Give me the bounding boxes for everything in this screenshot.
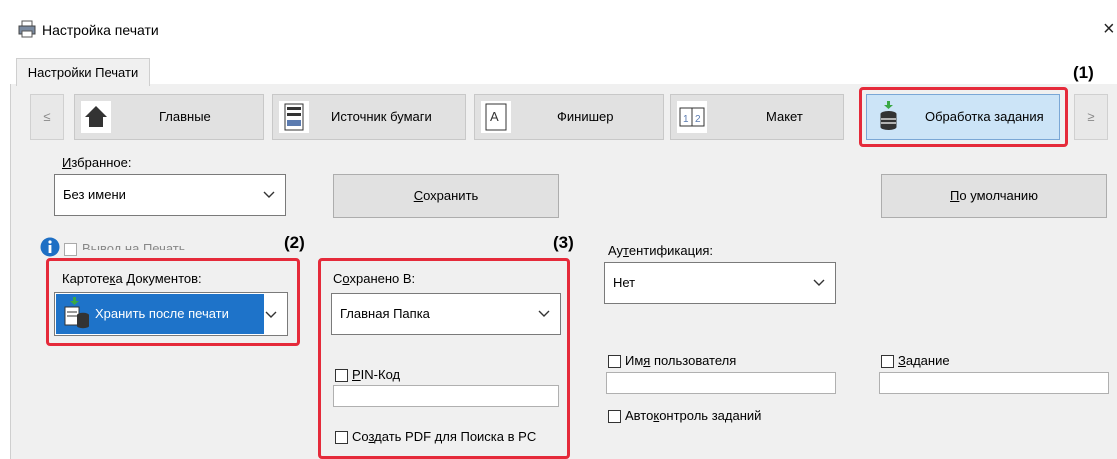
nav-layout-button[interactable]: 1 2 Макет xyxy=(670,94,844,140)
nav-finisher-button[interactable]: A Финишер xyxy=(474,94,664,140)
create-pdf-label: Создать PDF для Поиска в PC xyxy=(352,429,537,444)
paper-source-icon xyxy=(279,101,309,133)
svg-text:2: 2 xyxy=(695,114,701,125)
callout-1: (1) xyxy=(1073,63,1094,82)
chevron-down-icon xyxy=(263,191,275,198)
nav-paper-source-button[interactable]: Источник бумаги xyxy=(272,94,466,140)
favorites-label: Избранное: xyxy=(62,155,132,170)
svg-text:A: A xyxy=(490,109,499,124)
document-filing-value: Хранить после печати xyxy=(95,306,229,321)
default-button[interactable]: По умолчанию xyxy=(881,174,1107,218)
document-filing-label: Картотека Документов: xyxy=(62,271,202,286)
authentication-value: Нет xyxy=(613,275,636,290)
favorites-value: Без имени xyxy=(63,187,126,202)
username-checkbox[interactable] xyxy=(608,355,621,368)
auto-job-control-label: Автоконтроль заданий xyxy=(625,408,762,423)
nav-prev-button[interactable]: ≤ xyxy=(30,94,64,140)
stored-to-value: Главная Папка xyxy=(340,306,430,321)
nav-main-button[interactable]: Главные xyxy=(74,94,264,140)
tab-print-settings[interactable]: Настройки Печати xyxy=(16,58,150,86)
print-output-checkbox[interactable] xyxy=(64,243,77,256)
chevron-down-icon xyxy=(538,310,550,317)
pin-code-checkbox[interactable] xyxy=(335,369,348,382)
username-label: Имя пользователя xyxy=(625,353,737,368)
create-pdf-checkbox[interactable] xyxy=(335,431,348,444)
nav-finisher-label: Финишер xyxy=(557,109,614,124)
auto-job-control-checkbox[interactable] xyxy=(608,410,621,423)
svg-text:1: 1 xyxy=(683,114,689,125)
chevron-down-icon xyxy=(265,311,277,318)
job-name-checkbox[interactable] xyxy=(881,355,894,368)
callout-2: (2) xyxy=(284,233,305,252)
layout-icon: 1 2 xyxy=(677,101,707,133)
save-button[interactable]: Сохранить xyxy=(333,174,559,218)
pin-code-label: PIN-Код xyxy=(352,367,401,382)
finisher-icon: A xyxy=(481,101,511,133)
pin-code-input[interactable] xyxy=(333,385,559,407)
home-icon xyxy=(81,101,111,133)
close-button[interactable]: × xyxy=(1103,18,1115,41)
highlight-frame-1 xyxy=(859,87,1068,147)
document-filing-icon xyxy=(64,297,89,329)
title-bar xyxy=(0,0,1117,45)
favorites-select[interactable]: Без имени xyxy=(54,174,286,216)
window-title: Настройка печати xyxy=(42,22,159,38)
nav-next-button[interactable]: ≥ xyxy=(1074,94,1108,140)
username-input[interactable] xyxy=(606,372,836,394)
callout-3: (3) xyxy=(553,233,574,252)
nav-layout-label: Макет xyxy=(766,109,803,124)
authentication-label: Аутентификация: xyxy=(608,243,713,258)
stored-to-label: Сохранено В: xyxy=(333,271,416,286)
job-name-input[interactable] xyxy=(879,372,1109,394)
authentication-select[interactable]: Нет xyxy=(604,262,836,304)
job-name-label: Задание xyxy=(898,353,950,368)
printer-icon xyxy=(18,20,36,38)
nav-main-label: Главные xyxy=(159,109,211,124)
print-output-label: Вывод на Печать xyxy=(82,241,186,250)
info-icon xyxy=(40,237,60,257)
stored-to-select[interactable]: Главная Папка xyxy=(331,293,561,335)
document-filing-select[interactable]: Хранить после печати xyxy=(54,292,288,336)
chevron-down-icon xyxy=(813,279,825,286)
nav-paper-source-label: Источник бумаги xyxy=(331,109,432,124)
